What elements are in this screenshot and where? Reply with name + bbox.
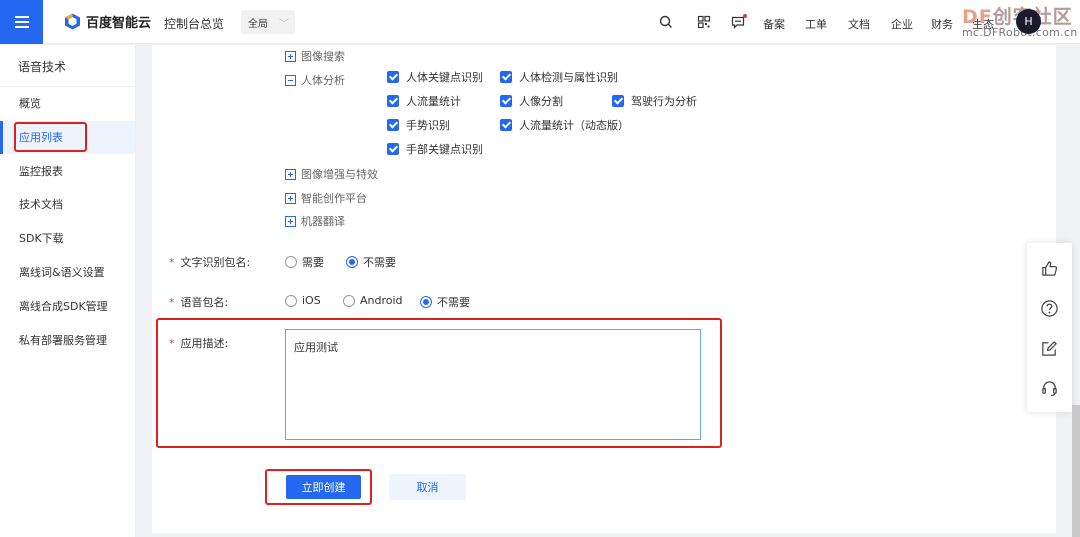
nav-link-enterprise[interactable]: 企业 bbox=[891, 16, 913, 32]
required-mark: * bbox=[169, 256, 175, 269]
tree-node-body-analysis[interactable]: 人体分析 bbox=[285, 72, 345, 88]
ocr-pkg-label-text: 文字识别包名: bbox=[180, 256, 251, 269]
sidebar-title: 语音技术 bbox=[18, 60, 67, 74]
checkbox-crowd-count-dynamic[interactable]: 人流量统计（动态版） bbox=[500, 117, 629, 133]
tree-node-label: 机器翻译 bbox=[301, 215, 345, 228]
checkbox-label: 手部关键点识别 bbox=[406, 143, 483, 156]
tree-node-label: 图像搜索 bbox=[301, 50, 345, 63]
region-select[interactable]: 全局 ﹀ bbox=[241, 10, 295, 34]
sidebar-item-overview[interactable]: 概览 bbox=[0, 87, 135, 120]
qrcode-icon[interactable] bbox=[696, 14, 712, 30]
cancel-button[interactable]: 取消 bbox=[389, 474, 466, 500]
checkbox-label: 人体检测与属性识别 bbox=[519, 71, 618, 84]
thumbs-up-icon[interactable] bbox=[1040, 259, 1059, 278]
nav-link-beian[interactable]: 备案 bbox=[763, 16, 785, 32]
radio-icon bbox=[343, 294, 355, 307]
radio-ocr-need[interactable]: 需要 bbox=[285, 254, 324, 270]
checkbox-checked-icon bbox=[500, 71, 512, 83]
checkbox-label: 人流量统计 bbox=[406, 95, 461, 108]
notification-dot bbox=[743, 14, 747, 18]
sidebar-item-offline-words[interactable]: 离线词&语义设置 bbox=[0, 256, 135, 289]
radio-label: 需要 bbox=[302, 256, 324, 269]
nav-link-docs[interactable]: 文档 bbox=[848, 16, 870, 32]
checkbox-hand-keypoints[interactable]: 手部关键点识别 bbox=[387, 141, 483, 157]
radio-ocr-not-need[interactable]: 不需要 bbox=[346, 254, 396, 270]
radio-label: 不需要 bbox=[437, 296, 470, 309]
tree-node-label: 图像增强与特效 bbox=[301, 168, 378, 181]
collapse-icon[interactable] bbox=[285, 74, 296, 86]
headset-icon[interactable] bbox=[1040, 379, 1059, 398]
tree-node-image-search[interactable]: 图像搜索 bbox=[285, 48, 345, 64]
cloud-logo-icon bbox=[64, 13, 81, 30]
highlight-app-list bbox=[14, 122, 87, 152]
checkbox-checked-icon bbox=[500, 119, 512, 131]
expand-icon[interactable] bbox=[285, 168, 296, 180]
logo-text: 百度智能云 bbox=[86, 16, 152, 31]
radio-label: iOS bbox=[302, 294, 321, 307]
radio-icon bbox=[285, 294, 297, 307]
help-icon[interactable] bbox=[1040, 299, 1059, 318]
sidebar-item-private-deploy[interactable]: 私有部署服务管理 bbox=[0, 324, 135, 357]
top-bar: 百度智能云 控制台总览 全局 ﹀ 备案 工单 文档 企业 财务 生态 DF创客社… bbox=[0, 0, 1080, 44]
required-mark: * bbox=[169, 296, 175, 309]
highlight-description bbox=[156, 318, 722, 448]
watermark-df: DF bbox=[962, 6, 993, 28]
checkbox-checked-icon bbox=[500, 95, 512, 107]
radio-label: 不需要 bbox=[363, 256, 396, 269]
radio-speech-ios[interactable]: iOS bbox=[285, 294, 321, 307]
radio-speech-android[interactable]: Android bbox=[343, 294, 403, 307]
checkbox-label: 手势识别 bbox=[406, 119, 450, 132]
checkbox-driver-behavior[interactable]: 驾驶行为分析 bbox=[612, 93, 697, 109]
checkbox-body-detection[interactable]: 人体检测与属性识别 bbox=[500, 69, 618, 85]
page-scrollbar[interactable] bbox=[1072, 405, 1080, 537]
sidebar-item-sdk-download[interactable]: SDK下载 bbox=[0, 222, 135, 255]
highlight-create-button bbox=[265, 469, 372, 505]
radio-checked-icon bbox=[346, 256, 358, 268]
console-overview-link[interactable]: 控制台总览 bbox=[164, 15, 224, 32]
tree-node-machine-translation[interactable]: 机器翻译 bbox=[285, 213, 345, 229]
tree-node-label: 智能创作平台 bbox=[301, 192, 367, 205]
expand-icon[interactable] bbox=[285, 50, 296, 62]
checkbox-checked-icon bbox=[612, 95, 624, 107]
speech-pkg-label-text: 语音包名: bbox=[180, 296, 229, 309]
checkbox-label: 人流量统计（动态版） bbox=[519, 119, 629, 132]
tree-node-smart-creation[interactable]: 智能创作平台 bbox=[285, 190, 367, 206]
checkbox-gesture[interactable]: 手势识别 bbox=[387, 117, 450, 133]
nav-link-ticket[interactable]: 工单 bbox=[805, 16, 827, 32]
checkbox-checked-icon bbox=[387, 71, 399, 83]
checkbox-crowd-count[interactable]: 人流量统计 bbox=[387, 93, 461, 109]
radio-label: Android bbox=[360, 294, 403, 307]
sidebar: 语音技术 概览 应用列表 监控报表 技术文档 SDK下载 离线词&语义设置 离线… bbox=[0, 45, 136, 537]
radio-speech-not-need[interactable]: 不需要 bbox=[420, 294, 470, 310]
tree-node-label: 人体分析 bbox=[301, 74, 345, 87]
expand-icon[interactable] bbox=[285, 192, 296, 204]
checkbox-label: 驾驶行为分析 bbox=[631, 95, 697, 108]
menu-icon[interactable] bbox=[0, 0, 43, 44]
checkbox-portrait-seg[interactable]: 人像分割 bbox=[500, 93, 563, 109]
floating-toolbar bbox=[1027, 243, 1072, 412]
radio-checked-icon bbox=[420, 296, 432, 308]
baidu-cloud-logo[interactable]: 百度智能云 bbox=[64, 12, 151, 31]
checkbox-checked-icon bbox=[387, 143, 399, 155]
expand-icon[interactable] bbox=[285, 215, 296, 227]
chevron-down-icon: ﹀ bbox=[279, 19, 289, 30]
user-avatar[interactable]: H bbox=[1016, 9, 1041, 34]
checkbox-label: 人体关键点识别 bbox=[406, 71, 483, 84]
checkbox-body-keypoints[interactable]: 人体关键点识别 bbox=[387, 69, 483, 85]
radio-icon bbox=[285, 256, 297, 268]
region-value: 全局 bbox=[248, 18, 268, 30]
sidebar-item-monitoring[interactable]: 监控报表 bbox=[0, 155, 135, 188]
edit-icon[interactable] bbox=[1040, 339, 1059, 358]
checkbox-checked-icon bbox=[387, 119, 399, 131]
sidebar-item-offline-sdk[interactable]: 离线合成SDK管理 bbox=[0, 290, 135, 323]
nav-link-finance[interactable]: 财务 bbox=[931, 16, 953, 32]
sidebar-item-tech-docs[interactable]: 技术文档 bbox=[0, 188, 135, 221]
speech-pkg-label: * 语音包名: bbox=[169, 294, 228, 310]
checkbox-label: 人像分割 bbox=[519, 95, 563, 108]
ocr-pkg-label: * 文字识别包名: bbox=[169, 254, 250, 270]
checkbox-checked-icon bbox=[387, 95, 399, 107]
tree-node-image-enhance[interactable]: 图像增强与特效 bbox=[285, 166, 378, 182]
search-icon[interactable] bbox=[658, 14, 674, 30]
